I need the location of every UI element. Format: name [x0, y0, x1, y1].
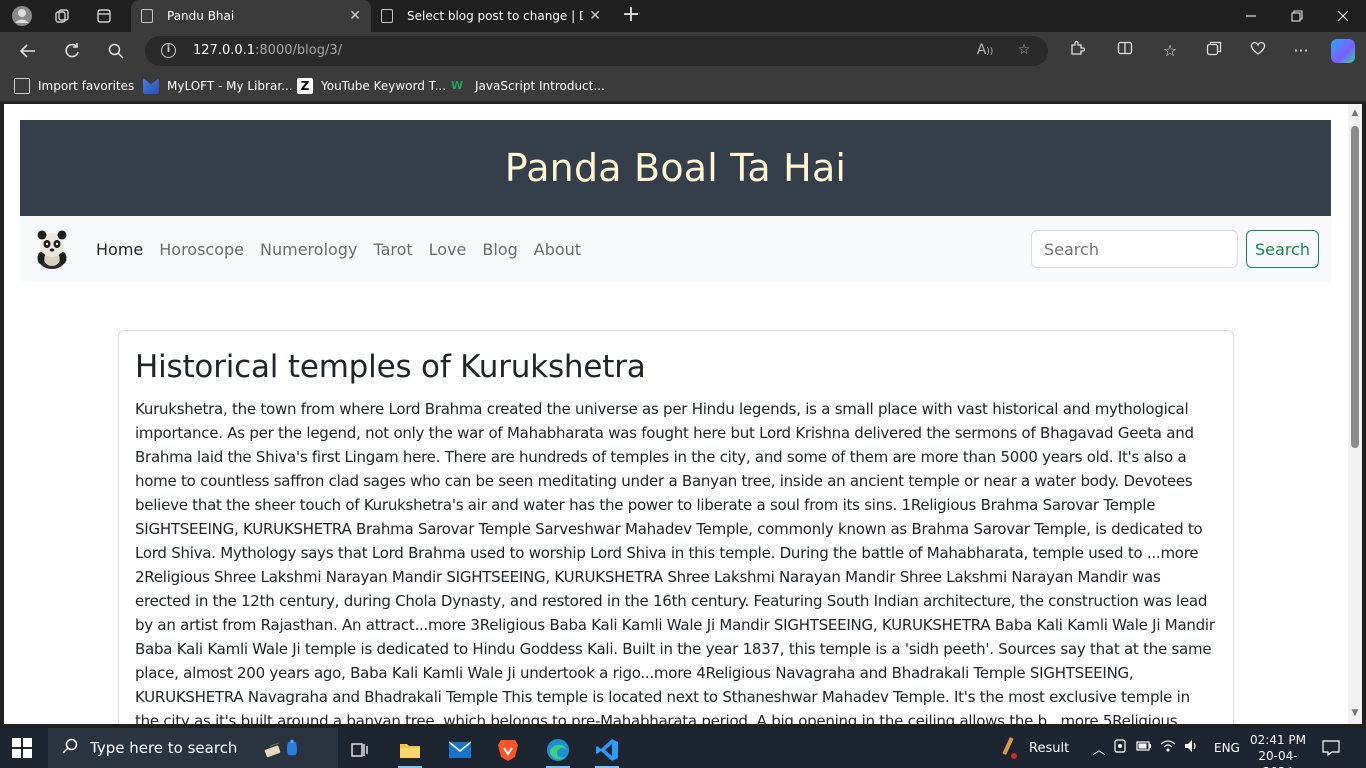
browser-toolbar: i 127.0.0.1:8000/blog/3/ A)) ☆ ☆ ··· — [0, 32, 1366, 70]
taskbar-search-placeholder: Type here to search — [90, 739, 238, 757]
tab-actions-icon[interactable] — [91, 4, 117, 28]
nav-tarot[interactable]: Tarot — [373, 240, 412, 259]
battery-icon[interactable] — [1132, 740, 1156, 756]
cricket-icon — [1002, 737, 1017, 759]
task-view-icon[interactable] — [340, 732, 380, 768]
volume-icon[interactable] — [1180, 739, 1204, 757]
close-tab-icon[interactable]: ✕ — [349, 8, 361, 24]
nav-blog[interactable]: Blog — [482, 240, 517, 259]
nav-about[interactable]: About — [534, 240, 581, 259]
site-title: Panda Boal Ta Hai — [504, 146, 847, 190]
collections-icon[interactable] — [1202, 40, 1226, 62]
restore-button[interactable] — [1274, 0, 1320, 32]
browser-essentials-icon[interactable] — [1246, 40, 1270, 62]
z-icon: Z — [297, 78, 313, 94]
file-explorer-icon[interactable] — [390, 732, 430, 768]
nav-links: Home Horoscope Numerology Tarot Love Blo… — [96, 216, 597, 282]
split-screen-icon[interactable] — [1113, 40, 1137, 62]
brave-browser-icon[interactable] — [488, 732, 528, 768]
url-text[interactable]: 127.0.0.1:8000/blog/3/ — [193, 43, 342, 58]
refresh-icon[interactable] — [58, 38, 86, 64]
mail-icon[interactable] — [440, 732, 480, 768]
site-header: Panda Boal Ta Hai — [20, 120, 1331, 216]
system-tray: ︿ ENG — [1090, 728, 1240, 768]
page-scrollbar[interactable]: ▲ ▼ — [1348, 104, 1362, 724]
notifications-icon[interactable] — [1322, 728, 1340, 768]
tab-strip: Pandu Bhai ✕ Select blog post to change … — [0, 0, 1366, 32]
w3-icon: W — [451, 79, 464, 92]
weather-widget[interactable]: Result — [995, 728, 1069, 768]
favorite-label: JavaScript Introduct... — [475, 79, 605, 93]
tab-title: Pandu Bhai — [167, 9, 235, 23]
page-icon — [381, 9, 393, 23]
favorite-label: MyLOFT - My Librar... — [167, 79, 293, 93]
myloft-icon — [143, 78, 159, 94]
weather-label: Result — [1029, 740, 1070, 756]
favorite-youtube-keyword[interactable]: Z YouTube Keyword T... — [297, 77, 446, 95]
date-text: 20-04-2024 — [1258, 749, 1298, 768]
nav-love[interactable]: Love — [429, 240, 467, 259]
read-aloud-icon[interactable]: A)) — [975, 42, 995, 60]
favorite-label: YouTube Keyword T... — [321, 79, 447, 93]
favorite-label: Import favorites — [38, 79, 135, 93]
search-icon — [62, 738, 78, 758]
search-highlight-icon[interactable] — [262, 730, 302, 766]
close-tab-icon[interactable]: ✕ — [589, 8, 601, 24]
page-viewport: Panda Boal Ta Hai Home Horoscope Numerol… — [4, 104, 1348, 724]
site-navbar: Home Horoscope Numerology Tarot Love Blo… — [20, 216, 1331, 282]
wifi-icon[interactable] — [1156, 739, 1180, 757]
minimize-button[interactable] — [1228, 0, 1274, 32]
address-bar[interactable]: i 127.0.0.1:8000/blog/3/ A)) ☆ — [145, 36, 1048, 66]
tab-title: Select blog post to change | Djan — [407, 9, 583, 23]
edge-browser-icon[interactable] — [538, 732, 578, 768]
favorites-bar: Import favorites MyLOFT - My Librar... Z… — [0, 70, 1366, 102]
favorite-myloft[interactable]: MyLOFT - My Librar... — [143, 77, 293, 95]
extensions-icon[interactable] — [1065, 40, 1089, 62]
favorite-javascript[interactable]: W JavaScript Introduct... — [451, 77, 605, 95]
back-icon[interactable] — [14, 38, 42, 64]
scrollbar-thumb[interactable] — [1351, 126, 1359, 448]
blog-post-card: Historical temples of Kurukshetra Kuruks… — [118, 330, 1234, 724]
nav-horoscope[interactable]: Horoscope — [159, 240, 244, 259]
tab-pandu-bhai[interactable]: Pandu Bhai ✕ — [131, 0, 371, 32]
panda-logo-icon[interactable] — [32, 228, 72, 270]
new-tab-button[interactable]: + — [619, 4, 643, 28]
scroll-up-icon[interactable]: ▲ — [1350, 108, 1360, 118]
workspaces-icon[interactable] — [49, 4, 75, 28]
meet-now-icon[interactable] — [1108, 739, 1132, 757]
favorite-star-icon[interactable]: ☆ — [1014, 42, 1034, 60]
copilot-icon[interactable] — [1331, 39, 1355, 63]
clock[interactable]: 02:41 PM 20-04-2024 — [1244, 732, 1312, 768]
windows-start-icon[interactable] — [12, 738, 32, 758]
time-text: 02:41 PM — [1250, 733, 1306, 747]
show-hidden-icons-icon[interactable]: ︿ — [1090, 739, 1108, 758]
search-button[interactable]: Search — [1246, 230, 1319, 268]
site-info-icon[interactable]: i — [161, 43, 176, 58]
nav-numerology[interactable]: Numerology — [260, 240, 357, 259]
search-input[interactable] — [1031, 230, 1238, 268]
windows-taskbar: Type here to search Result ︿ ENG 02:41 P… — [0, 728, 1366, 768]
tab-django-admin[interactable]: Select blog post to change | Djan ✕ — [371, 0, 611, 32]
favorites-icon[interactable]: ☆ — [1158, 40, 1182, 62]
post-body: Kurukshetra, the town from where Lord Br… — [135, 400, 1215, 724]
import-icon — [14, 78, 30, 94]
language-indicator[interactable]: ENG — [1214, 741, 1240, 755]
close-window-button[interactable] — [1320, 0, 1366, 32]
profile-icon[interactable] — [9, 4, 35, 28]
more-menu-icon[interactable]: ··· — [1289, 40, 1313, 62]
import-favorites-link[interactable]: Import favorites — [14, 77, 134, 95]
page-icon — [141, 9, 153, 23]
post-title: Historical temples of Kurukshetra — [135, 349, 646, 385]
vscode-icon[interactable] — [587, 732, 627, 768]
search-icon[interactable] — [102, 38, 130, 64]
scroll-down-icon[interactable]: ▼ — [1350, 708, 1360, 718]
nav-home[interactable]: Home — [96, 240, 143, 259]
